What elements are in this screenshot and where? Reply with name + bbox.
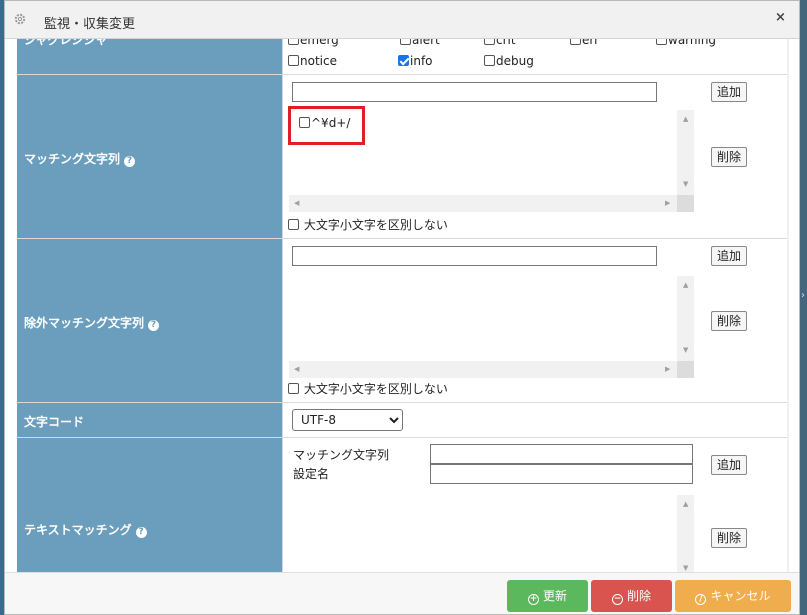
exclude-label: 除外マッチング文字列?: [24, 314, 160, 331]
close-icon[interactable]: ×: [775, 10, 786, 25]
cancel-button[interactable]: / キャンセル: [675, 580, 791, 612]
encoding-label-cell: 文字コード: [17, 403, 283, 437]
checkbox[interactable]: [288, 219, 299, 230]
list-horizontal-scrollbar[interactable]: ◀ ▶: [289, 195, 677, 212]
help-icon[interactable]: ?: [135, 527, 147, 538]
level-checkbox-emerg[interactable]: emerg: [288, 39, 339, 47]
encoding-label: 文字コード: [24, 415, 85, 429]
text-matching-field2-label: 設定名: [293, 467, 330, 481]
exclude-label-cell: 除外マッチング文字列?: [17, 239, 283, 402]
text-matching-field2-input[interactable]: [430, 464, 693, 484]
text-matching-row: テキストマッチング? マッチング文字列 設定名 追加 ▲ ▼ 削除: [17, 438, 787, 572]
level-checkbox-info[interactable]: info: [398, 54, 433, 68]
matching-list[interactable]: ^¥d+/ ▲ ▼ ◀ ▶: [288, 106, 694, 212]
exclude-ignore-case-checkbox[interactable]: 大文字小文字を区別しない: [288, 380, 448, 397]
level-checkbox-debug[interactable]: debug: [484, 54, 534, 68]
checkbox[interactable]: [288, 39, 299, 45]
dialog-footer: + 更新 − 削除 / キャンセル: [5, 572, 799, 614]
matching-delete-button[interactable]: 削除: [711, 147, 748, 167]
checkbox[interactable]: [656, 39, 667, 45]
checkbox[interactable]: [288, 55, 299, 66]
text-matching-list[interactable]: ▲ ▼: [288, 494, 694, 572]
list-scroll-corner: [677, 195, 694, 212]
content-scrollbar[interactable]: ▲: [787, 39, 789, 572]
scroll-right-arrow-icon[interactable]: ▶: [665, 365, 670, 373]
scroll-down-arrow-icon[interactable]: ▼: [683, 346, 688, 354]
list-scroll-corner: [677, 361, 694, 378]
text-matching-label-cell: テキストマッチング?: [17, 438, 283, 572]
scroll-up-arrow-icon[interactable]: ▲: [683, 115, 688, 123]
text-matching-add-button[interactable]: 追加: [711, 455, 748, 475]
scroll-left-arrow-icon[interactable]: ◀: [294, 365, 299, 373]
list-item[interactable]: ^¥d+/: [299, 116, 350, 130]
level-checkbox-alert[interactable]: alert: [400, 39, 440, 47]
scroll-up-arrow-icon[interactable]: ▲: [683, 281, 688, 289]
level-checkbox-notice[interactable]: notice: [288, 54, 337, 68]
checkbox[interactable]: [484, 39, 495, 45]
level-checkbox-warning[interactable]: warning: [656, 39, 716, 47]
checkbox[interactable]: [570, 39, 581, 45]
checkbox-checked[interactable]: [398, 55, 409, 66]
matching-add-button[interactable]: 追加: [711, 82, 748, 102]
delete-button[interactable]: − 削除: [591, 580, 672, 612]
levels-label-cell: ジャグレジシャ: [17, 39, 283, 74]
encoding-row: 文字コード UTF-8: [17, 403, 787, 438]
scroll-left-arrow-icon[interactable]: ◀: [294, 199, 299, 207]
dialog-content[interactable]: ジャグレジシャ emerg alert crit err warning not…: [17, 39, 789, 572]
checkbox[interactable]: [484, 55, 495, 66]
levels-label: ジャグレジシャ: [24, 39, 108, 47]
edit-dialog: 監視・収集変更 × ジャグレジシャ emerg alert crit err w…: [4, 0, 800, 615]
dialog-title: 監視・収集変更: [44, 17, 136, 32]
exclude-list[interactable]: ▲ ▼ ◀ ▶: [288, 275, 694, 378]
text-matching-field1-input[interactable]: [430, 444, 693, 464]
encoding-select[interactable]: UTF-8: [292, 409, 403, 431]
gear-icon: [14, 13, 26, 25]
scroll-up-arrow-icon[interactable]: ▲: [683, 500, 688, 508]
plus-circle-icon: +: [527, 594, 539, 605]
scroll-down-arrow-icon[interactable]: ▼: [683, 564, 688, 572]
scroll-right-arrow-icon[interactable]: ▶: [665, 199, 670, 207]
level-checkbox-crit[interactable]: crit: [484, 39, 516, 47]
help-icon[interactable]: ?: [124, 156, 136, 167]
text-matching-delete-button[interactable]: 削除: [711, 528, 748, 548]
checkbox[interactable]: [288, 383, 299, 394]
list-vertical-scrollbar[interactable]: ▲ ▼: [677, 495, 694, 572]
list-vertical-scrollbar[interactable]: ▲ ▼: [677, 110, 694, 195]
update-button[interactable]: + 更新: [507, 580, 588, 612]
exclude-add-button[interactable]: 追加: [711, 246, 748, 266]
text-matching-field1-label: マッチング文字列: [293, 448, 390, 462]
exclude-delete-button[interactable]: 削除: [711, 311, 748, 331]
matching-input[interactable]: [292, 82, 657, 102]
background-glyph: ›: [801, 290, 805, 301]
matching-ignore-case-checkbox[interactable]: 大文字小文字を区別しない: [288, 216, 448, 233]
ban-icon: /: [695, 594, 707, 605]
background-page-right: ›: [800, 0, 807, 615]
matching-label-cell: マッチング文字列?: [17, 75, 283, 238]
dialog-titlebar[interactable]: 監視・収集変更 ×: [5, 1, 799, 39]
exclude-input[interactable]: [292, 246, 657, 266]
help-icon[interactable]: ?: [148, 320, 160, 331]
level-checkbox-err[interactable]: err: [570, 39, 599, 47]
matching-row: マッチング文字列? 追加 ^¥d+/ ▲ ▼ ◀ ▶ 削除 大文字小文字を区別し…: [17, 75, 787, 239]
text-matching-label: テキストマッチング?: [24, 521, 147, 538]
levels-row: ジャグレジシャ emerg alert crit err warning not…: [17, 39, 787, 75]
checkbox[interactable]: [400, 39, 411, 45]
minus-circle-icon: −: [611, 594, 623, 605]
list-horizontal-scrollbar[interactable]: ◀ ▶: [289, 361, 677, 378]
matching-label: マッチング文字列?: [24, 150, 136, 167]
checkbox[interactable]: [299, 117, 310, 128]
list-vertical-scrollbar[interactable]: ▲ ▼: [677, 276, 694, 361]
exclude-row: 除外マッチング文字列? 追加 ▲ ▼ ◀ ▶ 削除 大文字小文字を区別しない: [17, 239, 787, 403]
scroll-down-arrow-icon[interactable]: ▼: [683, 180, 688, 188]
